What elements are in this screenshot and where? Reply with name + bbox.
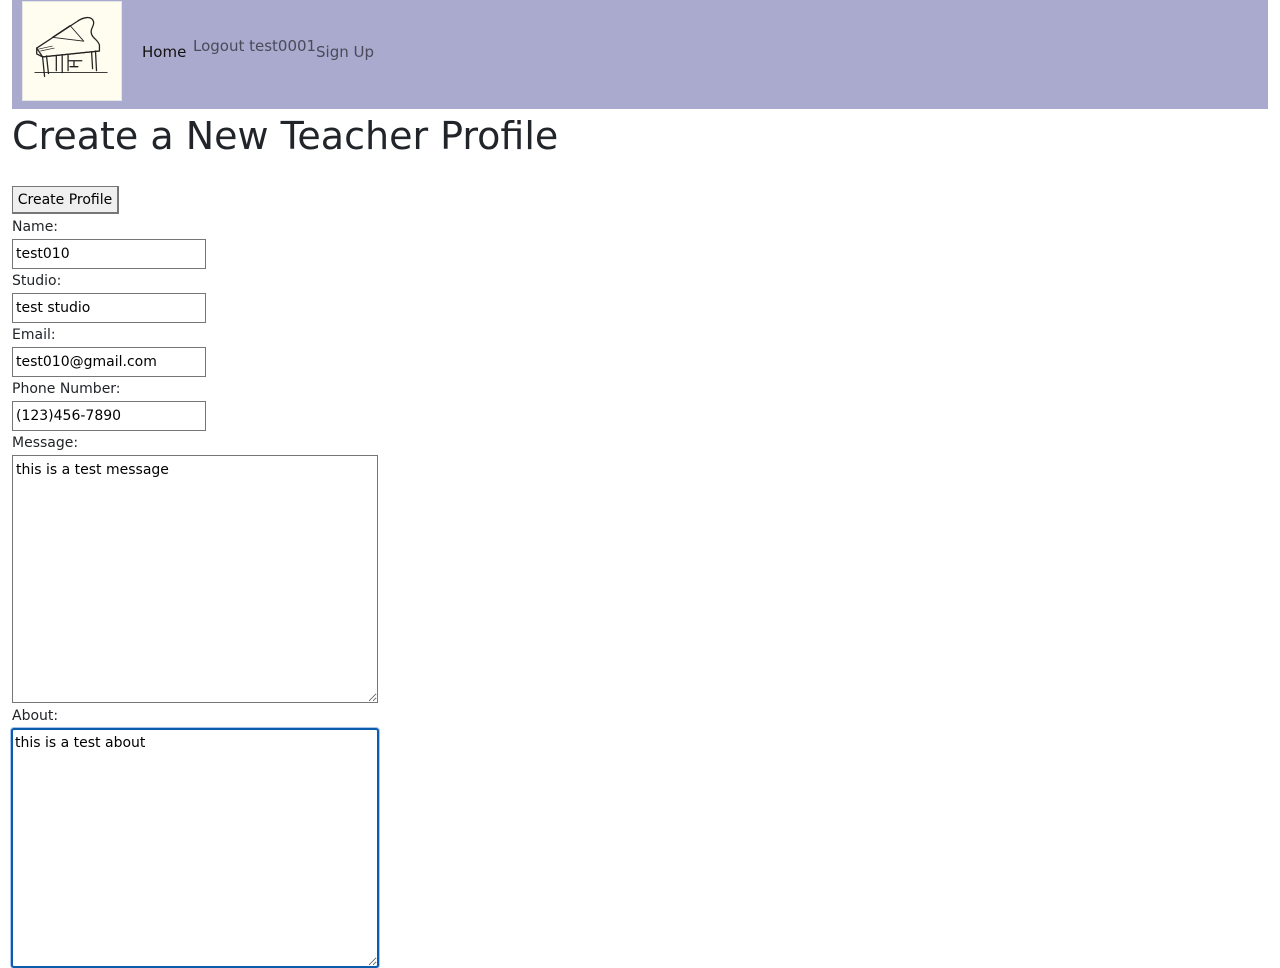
about-textarea[interactable]: this is a test about bbox=[11, 728, 379, 968]
nav-signup-link[interactable]: Sign Up bbox=[316, 43, 374, 61]
about-label: About: bbox=[12, 708, 59, 724]
phone-field[interactable] bbox=[12, 401, 206, 431]
grand-piano-icon[interactable] bbox=[22, 1, 122, 101]
studio-label: Studio: bbox=[12, 273, 62, 289]
nav-logout-link[interactable]: Logout test0001 bbox=[193, 37, 316, 55]
logo-image bbox=[34, 16, 108, 78]
phone-label: Phone Number: bbox=[12, 381, 121, 397]
name-field[interactable] bbox=[12, 239, 206, 269]
studio-field[interactable] bbox=[12, 293, 206, 323]
email-field[interactable] bbox=[12, 347, 206, 377]
name-label: Name: bbox=[12, 219, 59, 235]
message-textarea[interactable]: this is a test message bbox=[12, 455, 378, 703]
nav-home-link[interactable]: Home bbox=[142, 43, 186, 61]
page-title: Create a New Teacher Profile bbox=[12, 114, 559, 158]
message-label: Message: bbox=[12, 435, 79, 451]
create-profile-button[interactable]: Create Profile bbox=[12, 186, 119, 214]
email-label: Email: bbox=[12, 327, 56, 343]
top-navbar: Home Logout test0001 Sign Up bbox=[12, 0, 1268, 109]
